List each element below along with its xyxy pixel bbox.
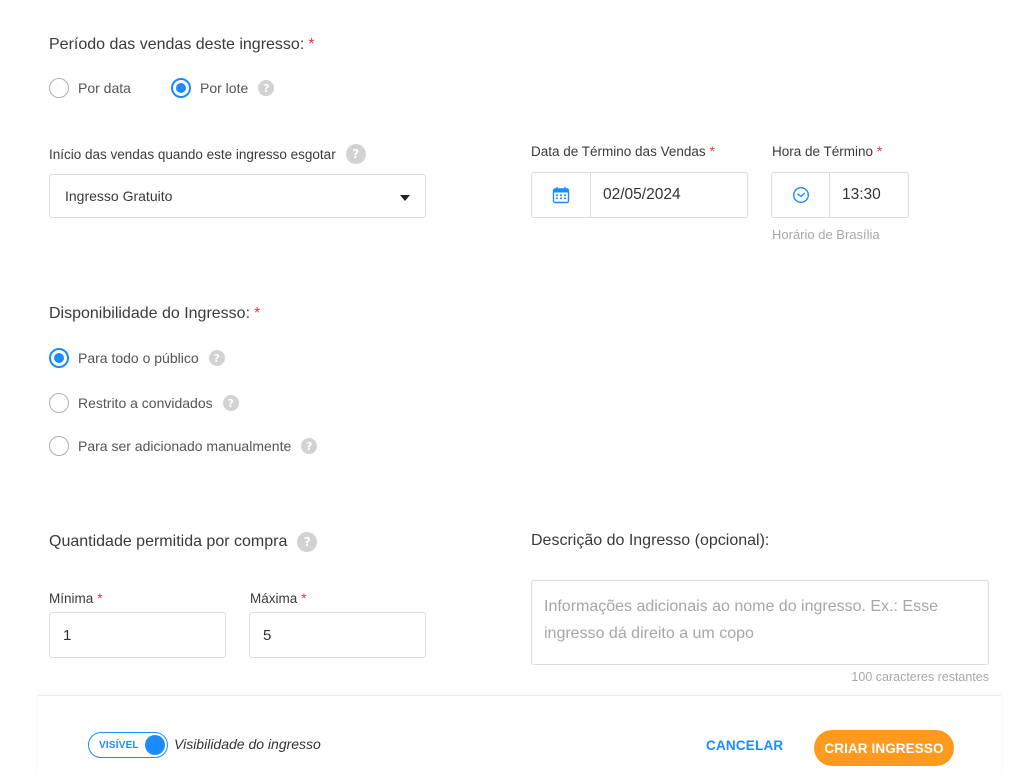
calendar-icon-svg [552,187,570,204]
clock-icon[interactable] [772,173,830,217]
end-date-label: Data de Término das Vendas * [531,144,715,159]
sales-period-title: Período das vendas deste ingresso: * [49,36,315,54]
radio-circle-selected[interactable] [49,348,69,368]
end-date-label-text: Data de Término das Vendas [531,144,706,159]
end-time-label-text: Hora de Término [772,144,874,159]
characters-remaining: 100 caracteres restantes [851,670,989,684]
required-mark: * [308,36,315,53]
radio-label: Por data [78,80,131,96]
radio-para-todo-publico[interactable]: Para todo o público ? [49,348,225,368]
radio-restrito-convidados[interactable]: Restrito a convidados ? [49,393,239,413]
help-icon[interactable]: ? [258,80,275,96]
radio-label: Para ser adicionado manualmente [78,438,292,454]
radio-circle[interactable] [49,78,69,98]
ticket-form: Período das vendas deste ingresso: * Por … [0,0,1024,779]
radio-adicionado-manualmente[interactable]: Para ser adicionado manualmente ? [49,436,318,456]
visibility-toggle[interactable]: VISÍVEL [88,732,168,758]
required-mark: * [254,305,261,322]
calendar-icon[interactable] [532,173,591,217]
availability-title: Disponibilidade do Ingresso: * [49,305,260,323]
timezone-hint: Horário de Brasília [772,227,880,242]
help-icon[interactable]: ? [208,350,225,366]
end-time-field[interactable]: 13:30 [771,172,909,218]
quantity-title-text: Quantidade permitida por compra [49,533,288,550]
end-date-field[interactable]: 02/05/2024 [531,172,748,218]
create-ticket-button[interactable]: CRIAR INGRESSO [814,730,954,766]
sales-period-title-text: Período das vendas deste ingresso: [49,36,305,53]
description-title-text: Descrição do Ingresso (opcional): [531,532,770,549]
help-icon[interactable]: ? [297,532,318,552]
toggle-label: VISÍVEL [99,739,139,751]
max-quantity-input[interactable]: 5 [249,612,426,658]
radio-por-lote[interactable]: Por lote ? [171,78,275,98]
description-placeholder: Informações adicionais ao nome do ingres… [544,598,938,642]
required-mark: * [709,144,715,159]
required-mark: * [97,591,103,606]
help-icon[interactable]: ? [222,395,239,411]
radio-label: Por lote [200,80,249,96]
end-date-value[interactable]: 02/05/2024 [591,173,681,217]
start-sales-select[interactable]: Ingresso Gratuito [49,174,426,218]
select-value: Ingresso Gratuito [65,188,173,204]
min-label: Mínima * [49,591,103,606]
radio-label: Para todo o público [78,350,199,366]
quantity-title: Quantidade permitida por compra ? [49,532,318,552]
end-time-label: Hora de Término * [772,144,882,159]
clock-icon-svg [792,186,809,204]
max-quantity-value: 5 [263,626,272,644]
visibility-caption: Visibilidade do ingresso [174,736,321,752]
radio-circle[interactable] [49,436,69,456]
cancel-button[interactable]: CANCELAR [706,738,783,753]
min-label-text: Mínima [49,591,94,606]
end-time-value[interactable]: 13:30 [830,173,881,217]
radio-label: Restrito a convidados [78,395,213,411]
radio-por-data[interactable]: Por data [49,78,131,98]
availability-title-text: Disponibilidade do Ingresso: [49,305,251,322]
max-label: Máxima * [250,591,307,606]
help-icon[interactable]: ? [345,144,366,164]
start-sales-label-text: Início das vendas quando este ingresso e… [49,146,336,162]
start-sales-label: Início das vendas quando este ingresso e… [49,144,366,164]
description-title: Descrição do Ingresso (opcional): [531,532,769,550]
min-quantity-input[interactable]: 1 [49,612,226,658]
help-icon[interactable]: ? [301,438,318,454]
max-label-text: Máxima [250,591,298,606]
toggle-knob[interactable] [145,735,165,755]
description-textarea[interactable]: Informações adicionais ao nome do ingres… [531,580,989,665]
required-mark: * [877,144,883,159]
radio-circle[interactable] [49,393,69,413]
caret-down-icon [400,195,410,201]
min-quantity-value: 1 [63,626,72,644]
form-footer: VISÍVEL Visibilidade do ingresso CANCELA… [38,695,1001,779]
radio-circle-selected[interactable] [171,78,191,98]
required-mark: * [301,591,307,606]
